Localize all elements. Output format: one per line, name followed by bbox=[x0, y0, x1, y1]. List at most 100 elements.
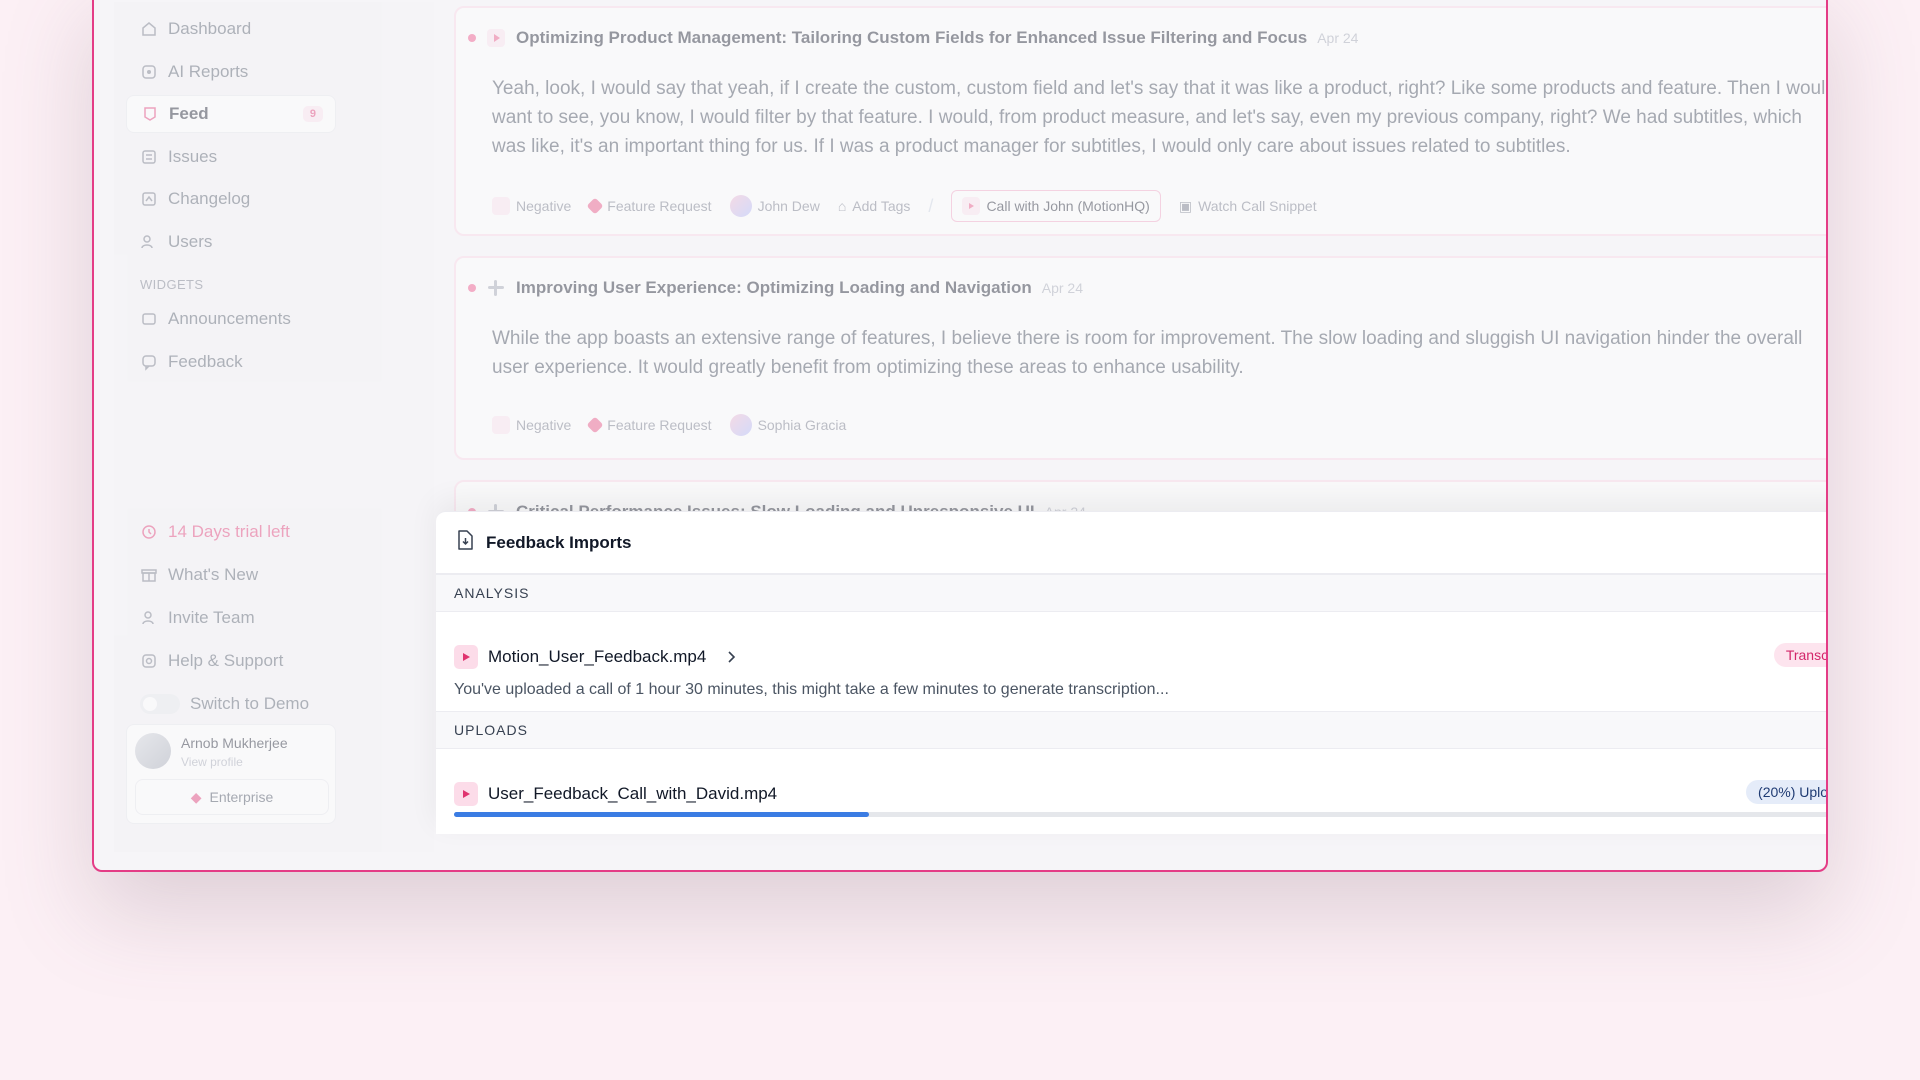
chevron-right-icon[interactable] bbox=[724, 650, 738, 664]
person-label: John Dew bbox=[757, 198, 820, 214]
sidebar-item-feedback[interactable]: Feedback bbox=[126, 343, 336, 381]
person-avatar bbox=[729, 195, 752, 217]
card-header: Improving User Experience: Optimizing Lo… bbox=[468, 278, 1083, 298]
call-label: Call with John (MotionHQ) bbox=[986, 198, 1150, 214]
sidebar-item-help-support[interactable]: Help & Support bbox=[126, 642, 336, 680]
imports-title: Feedback Imports bbox=[486, 532, 632, 552]
plan-button[interactable]: ◆ Enterprise bbox=[135, 779, 329, 815]
clock-icon bbox=[140, 523, 158, 541]
demo-toggle-label: Switch to Demo bbox=[190, 694, 310, 713]
snippet-label: Watch Call Snippet bbox=[1198, 198, 1317, 214]
sidebar-item-dashboard[interactable]: Dashboard bbox=[126, 10, 336, 48]
imports-header: Feedback Imports bbox=[436, 512, 1826, 574]
negative-icon bbox=[492, 416, 510, 434]
view-profile-link[interactable]: View profile bbox=[181, 755, 243, 769]
sentiment-label: Negative bbox=[516, 417, 572, 433]
feed-card[interactable]: Optimizing Product Management: Tailoring… bbox=[454, 6, 1828, 236]
app-window: Dashboard AI Reports Feed 9 Issues Chang… bbox=[92, 0, 1828, 872]
trial-days-left[interactable]: 14 Days trial left bbox=[126, 513, 336, 551]
sidebar-item-changelog[interactable]: Changelog bbox=[126, 180, 336, 218]
plan-label: Enterprise bbox=[209, 789, 274, 805]
add-tags-label: Add Tags bbox=[852, 198, 911, 214]
person-tag[interactable]: John Dew bbox=[729, 195, 820, 217]
person-avatar bbox=[729, 414, 752, 436]
avatar bbox=[135, 733, 171, 769]
feed-card[interactable]: Improving User Experience: Optimizing Lo… bbox=[454, 256, 1826, 460]
sidebar-item-announcements[interactable]: Announcements bbox=[126, 300, 336, 338]
feature-request-icon bbox=[586, 197, 604, 215]
category-label: Feature Request bbox=[607, 417, 712, 433]
analysis-section-label: ANALYSIS bbox=[436, 574, 1826, 612]
sidebar-item-label: Changelog bbox=[168, 189, 251, 208]
video-source-icon bbox=[486, 28, 506, 48]
upload-file-row[interactable]: User_Feedback_Call_with_David.mp4 (20%) … bbox=[454, 780, 1826, 806]
demo-toggle[interactable] bbox=[140, 694, 180, 714]
card-meta: Negative Feature Request Sophia Gracia bbox=[492, 414, 846, 436]
video-file-icon bbox=[454, 645, 478, 669]
issues-icon bbox=[140, 148, 158, 166]
sidebar-item-label: Feedback bbox=[168, 352, 243, 371]
home-icon bbox=[140, 20, 158, 38]
feed-count-badge: 9 bbox=[302, 106, 323, 122]
sidebar-item-invite-team[interactable]: Invite Team bbox=[126, 599, 336, 637]
person-tag[interactable]: Sophia Gracia bbox=[729, 414, 846, 436]
users-icon bbox=[140, 233, 158, 251]
video-file-icon bbox=[454, 782, 478, 806]
watch-snippet-button[interactable]: ▣ Watch Call Snippet bbox=[1179, 198, 1317, 215]
import-file-icon bbox=[454, 529, 476, 556]
sidebar-item-users[interactable]: Users bbox=[126, 223, 336, 261]
sidebar-item-issues[interactable]: Issues bbox=[126, 138, 336, 176]
sidebar-item-ai-reports[interactable]: AI Reports bbox=[126, 53, 336, 91]
card-meta: Negative Feature Request John Dew ⌂ Add T… bbox=[492, 190, 1317, 222]
uploads-section-label: UPLOADS bbox=[436, 711, 1826, 749]
sidebar-item-label: Invite Team bbox=[168, 608, 255, 627]
card-title[interactable]: Improving User Experience: Optimizing Lo… bbox=[516, 278, 1032, 298]
slack-icon bbox=[486, 278, 506, 298]
video-icon bbox=[962, 197, 981, 215]
sidebar-item-label: Help & Support bbox=[168, 651, 284, 670]
sidebar-item-feed[interactable]: Feed 9 bbox=[126, 95, 336, 133]
category-tag[interactable]: Feature Request bbox=[586, 197, 712, 215]
profile-card[interactable]: Arnob Mukherjee View profile ◆ Enterpris… bbox=[126, 724, 336, 824]
changelog-icon bbox=[140, 190, 158, 208]
analysis-file-name[interactable]: Motion_User_Feedback.mp4 bbox=[488, 647, 706, 667]
switch-to-demo-row[interactable]: Switch to Demo bbox=[126, 685, 336, 723]
sidebar-item-whats-new[interactable]: What's New bbox=[126, 556, 336, 594]
profile-name: Arnob Mukherjee bbox=[181, 735, 288, 751]
sidebar-item-label: Announcements bbox=[168, 309, 291, 328]
analysis-file-row[interactable]: Motion_User_Feedback.mp4 Transcribing... bbox=[454, 643, 1826, 669]
analysis-description: You've uploaded a call of 1 hour 30 minu… bbox=[454, 681, 1169, 698]
sentiment-tag[interactable]: Negative bbox=[492, 416, 571, 434]
sidebar-item-label: 14 Days trial left bbox=[168, 522, 290, 541]
negative-icon bbox=[492, 197, 510, 215]
card-header: Optimizing Product Management: Tailoring… bbox=[468, 28, 1358, 48]
uploading-status-badge: (20%) Uploading... bbox=[1746, 780, 1826, 804]
divider: / bbox=[928, 195, 934, 216]
feed-icon bbox=[141, 105, 159, 123]
diamond-icon: ◆ bbox=[190, 788, 202, 805]
sidebar-item-label: Dashboard bbox=[168, 19, 252, 38]
sidebar-item-label: Users bbox=[168, 232, 213, 251]
invite-icon bbox=[140, 609, 158, 627]
sidebar-item-label: What's New bbox=[168, 565, 259, 584]
card-date: Apr 24 bbox=[1317, 30, 1359, 46]
call-link[interactable]: Call with John (MotionHQ) bbox=[951, 190, 1161, 222]
upload-progress-bar bbox=[454, 812, 1826, 817]
category-tag[interactable]: Feature Request bbox=[586, 416, 712, 434]
upload-progress-fill bbox=[454, 812, 870, 817]
upload-file-name[interactable]: User_Feedback_Call_with_David.mp4 bbox=[488, 784, 777, 804]
unread-dot bbox=[468, 34, 476, 42]
ai-reports-icon bbox=[140, 63, 158, 81]
add-tags-button[interactable]: ⌂ Add Tags bbox=[838, 198, 911, 214]
feedback-imports-panel: Feedback Imports ANALYSIS Motion_User_Fe… bbox=[436, 511, 1826, 834]
card-date: Apr 24 bbox=[1041, 280, 1083, 296]
card-body: While the app boasts an extensive range … bbox=[492, 328, 1803, 378]
feature-request-icon bbox=[586, 416, 604, 434]
sidebar-item-label: Issues bbox=[168, 147, 218, 166]
sentiment-label: Negative bbox=[516, 198, 572, 214]
card-title[interactable]: Optimizing Product Management: Tailoring… bbox=[516, 28, 1307, 48]
sentiment-tag[interactable]: Negative bbox=[492, 197, 571, 215]
tag-icon: ⌂ bbox=[837, 198, 847, 214]
sidebar-item-label: AI Reports bbox=[168, 62, 249, 81]
card-body: Yeah, look, I would say that yeah, if I … bbox=[492, 78, 1828, 157]
